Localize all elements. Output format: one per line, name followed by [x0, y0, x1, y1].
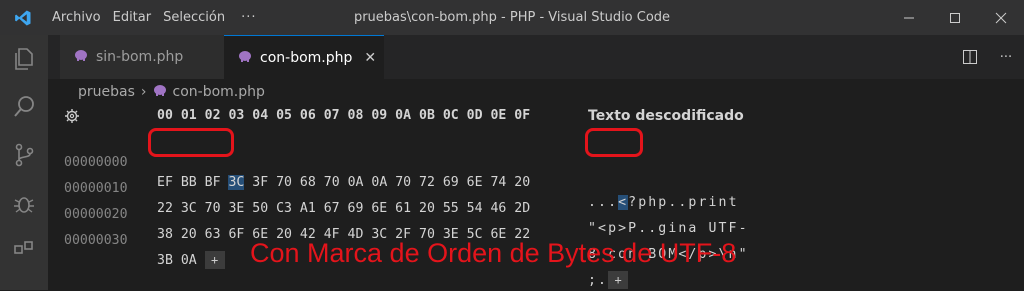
php-elephant-icon: [74, 49, 88, 65]
search-icon[interactable]: [0, 83, 48, 131]
vscode-logo-icon: [0, 0, 46, 35]
row-bytes[interactable]: EF BB BF 3C 3F 70 68 70 0A 0A 70 72 69 6…: [157, 173, 530, 193]
row-decoded[interactable]: "<p>P..gina UTF-: [588, 219, 749, 239]
row-decoded-rest[interactable]: ?php..print: [628, 195, 748, 210]
hex-row: 00000030 3B 0A + ;. +: [64, 211, 629, 289]
row-bytes[interactable]: 22 3C 70 3E 50 C3 A1 67 69 6E 61 20 55 5…: [157, 199, 530, 219]
hex-column-header: 00 01 02 03 04 05 06 07 08 09 0A 0B 0C 0…: [157, 108, 531, 123]
close-window-icon[interactable]: [978, 0, 1024, 35]
bom-bytes-highlight: [148, 128, 234, 157]
tab-sin-bom[interactable]: sin-bom.php: [60, 35, 225, 79]
tab-bar: sin-bom.php con-bom.php ✕ ···: [48, 35, 1024, 79]
gear-icon[interactable]: [64, 108, 80, 128]
more-actions-icon[interactable]: ···: [988, 50, 1024, 65]
decoded-text-header: Texto descodificado: [588, 108, 744, 124]
window-controls: [886, 0, 1024, 35]
menu-archivo[interactable]: Archivo: [46, 10, 107, 25]
breadcrumb: pruebas › con-bom.php: [78, 81, 265, 103]
row-bytes-rest[interactable]: 3F 70 68 70 0A 0A 70 72 69 6E 74 20: [244, 175, 530, 190]
title-bar: Archivo Editar Selección ··· pruebas\con…: [0, 0, 1024, 35]
bom-decoded-highlight: [585, 128, 643, 157]
annotation-caption: Con Marca de Orden de Bytes de UTF-8: [250, 238, 737, 268]
tab-label: sin-bom.php: [96, 49, 184, 65]
php-elephant-icon: [238, 50, 252, 66]
chevron-right-icon: ›: [140, 84, 147, 100]
row-address: 00000030: [64, 233, 128, 248]
menu-more-icon[interactable]: ···: [235, 10, 262, 25]
menu-seleccion[interactable]: Selección: [157, 10, 231, 25]
row-bytes-values[interactable]: 3B 0A: [157, 253, 205, 268]
maximize-icon[interactable]: [932, 0, 978, 35]
row-bytes[interactable]: 3B 0A +: [157, 251, 225, 271]
hex-row: 00000020 38 20 63 6F 6E 20 42 4F 4D 3C 2…: [64, 185, 747, 262]
add-char-button[interactable]: +: [608, 271, 629, 289]
hex-row: 00000010 22 3C 70 3E 50 C3 A1 67 69 6E 6…: [64, 159, 747, 236]
breadcrumb-file[interactable]: con-bom.php: [173, 84, 265, 100]
close-tab-icon[interactable]: ✕: [364, 50, 376, 66]
extensions-icon[interactable]: [0, 227, 48, 275]
hex-row: 00000000 EF BB BF 3C 3F 70 68 70 0A 0A 7…: [64, 133, 737, 210]
split-editor-icon[interactable]: [952, 49, 988, 65]
php-elephant-icon: [153, 84, 167, 100]
activity-bar: [0, 35, 48, 290]
source-control-icon[interactable]: [0, 131, 48, 179]
row-decoded-values[interactable]: ;.: [588, 273, 608, 288]
minimize-icon[interactable]: [886, 0, 932, 35]
row-decoded[interactable]: ;. +: [588, 271, 629, 291]
selected-char[interactable]: <: [618, 195, 629, 210]
bom-bytes[interactable]: EF BB BF: [157, 175, 228, 190]
tab-actions: ···: [952, 35, 1024, 79]
tab-label: con-bom.php: [260, 49, 353, 66]
menu-editar[interactable]: Editar: [107, 10, 158, 25]
menu-bar: Archivo Editar Selección ···: [46, 10, 262, 25]
explorer-icon[interactable]: [0, 35, 48, 83]
run-debug-icon[interactable]: [0, 179, 48, 227]
row-decoded[interactable]: ...<?php..print: [588, 193, 749, 213]
selected-byte[interactable]: 3C: [228, 175, 245, 190]
breadcrumb-folder[interactable]: pruebas: [78, 84, 135, 100]
tab-con-bom[interactable]: con-bom.php ✕: [224, 35, 384, 79]
bom-decoded[interactable]: ...: [588, 195, 618, 210]
add-byte-button[interactable]: +: [204, 251, 225, 269]
